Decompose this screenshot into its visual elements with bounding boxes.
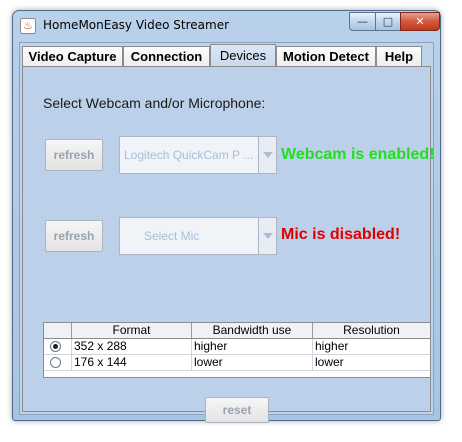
table-row[interactable]: 352 x 288 higher higher (44, 339, 430, 355)
tab-help[interactable]: Help (376, 46, 422, 67)
webcam-status: Webcam is enabled! (281, 146, 435, 163)
app-window: ♨ HomeMonEasy Video Streamer — □ ✕ Video… (12, 10, 441, 423)
mic-select[interactable]: Select Mic (119, 217, 277, 255)
java-cup-icon: ♨ (20, 18, 36, 34)
table-cell-resolution: lower (315, 355, 344, 369)
mic-status: Mic is disabled! (281, 226, 401, 243)
table-row[interactable]: 176 x 144 lower lower (44, 355, 430, 371)
tab-motion-detect[interactable]: Motion Detect (276, 46, 376, 67)
window-content: Video Capture Connection Devices Motion … (19, 42, 435, 423)
table-header-bandwidth: Bandwidth use (192, 323, 313, 338)
format-table: Format Bandwidth use Resolution 352 x 28… (43, 322, 431, 378)
table-cell-format: 352 x 288 (72, 339, 192, 354)
reset-button[interactable]: reset (205, 397, 269, 423)
mic-select-value: Select Mic (144, 229, 200, 243)
tab-video-capture[interactable]: Video Capture (22, 46, 123, 67)
table-cell-select (44, 355, 72, 370)
table-cell-bandwidth: lower (192, 355, 313, 370)
select-device-label: Select Webcam and/or Microphone: (43, 95, 266, 111)
devices-panel: Select Webcam and/or Microphone: refresh… (22, 66, 435, 423)
table-cell-select (44, 339, 72, 354)
table-header-resolution: Resolution (343, 323, 400, 337)
close-button[interactable]: ✕ (400, 12, 440, 31)
tab-devices[interactable]: Devices (210, 44, 276, 68)
chevron-down-icon[interactable] (258, 218, 276, 254)
table-header: Format Bandwidth use Resolution (44, 323, 430, 339)
maximize-button[interactable]: □ (375, 12, 401, 31)
mic-refresh-button[interactable]: refresh (45, 220, 103, 252)
webcam-refresh-button[interactable]: refresh (45, 139, 103, 171)
format-radio-selected[interactable] (50, 341, 61, 352)
format-radio[interactable] (50, 357, 61, 368)
webcam-select[interactable]: Logitech QuickCam P ... (119, 136, 277, 174)
webcam-select-value: Logitech QuickCam P ... (124, 148, 254, 162)
table-cell-resolution: higher (315, 339, 349, 353)
tab-connection[interactable]: Connection (123, 46, 210, 67)
table-header-select (44, 323, 72, 338)
table-cell-bandwidth: higher (192, 339, 313, 354)
table-header-format: Format (72, 323, 192, 338)
table-cell-format: 176 x 144 (72, 355, 192, 370)
window-title: HomeMonEasy Video Streamer (43, 18, 230, 32)
minimize-button[interactable]: — (349, 12, 376, 31)
chevron-down-icon[interactable] (258, 137, 276, 173)
title-bar[interactable]: ♨ HomeMonEasy Video Streamer — □ ✕ (13, 11, 440, 41)
